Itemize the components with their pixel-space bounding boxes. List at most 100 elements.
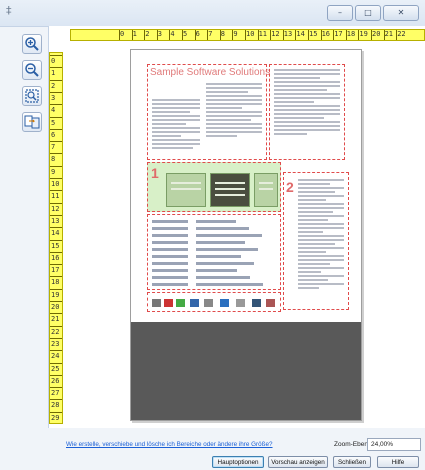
table-cell: [196, 255, 241, 258]
ruler-number: 11: [51, 192, 60, 201]
title-bar: ‡ – □ ✕: [0, 0, 425, 27]
ruler-number: 0: [120, 30, 125, 38]
main-options-button[interactable]: Hauptoptionen: [212, 456, 264, 468]
ruler-number: 5: [51, 118, 56, 127]
region-number: 2: [286, 179, 294, 195]
ruler-tick: [50, 362, 62, 364]
region-top-right[interactable]: [269, 64, 345, 160]
text-column: [206, 83, 262, 139]
text-column: [152, 99, 200, 151]
table-cell: [196, 262, 254, 265]
table-row: [152, 254, 276, 260]
ruler-number: 4: [51, 106, 56, 115]
ruler-number: 21: [384, 30, 394, 38]
close-button[interactable]: Schließen: [333, 456, 371, 468]
ruler-number: 17: [51, 266, 60, 275]
ruler-tick: [50, 116, 62, 118]
ruler-tick: [50, 128, 62, 130]
ruler-number: 2: [51, 81, 56, 90]
ruler-number: 23: [51, 339, 60, 348]
ruler-number: 22: [397, 30, 406, 38]
zoom-level-field[interactable]: 24,00%: [367, 438, 421, 451]
ruler-number: 16: [51, 253, 60, 262]
table-cell: [152, 227, 188, 230]
logo-image: [236, 299, 245, 307]
table-cell: [152, 220, 188, 223]
ruler-tick: [50, 153, 62, 155]
ruler-number: 11: [258, 30, 268, 38]
ruler-number: 1: [51, 69, 56, 78]
ruler-tick: [50, 301, 62, 302]
close-window-button[interactable]: ✕: [383, 5, 419, 21]
ruler-tick: [50, 276, 62, 278]
ruler-tick: [50, 239, 62, 241]
page-compare-icon[interactable]: [22, 112, 42, 132]
table-row: [152, 261, 276, 267]
ruler-tick: [50, 374, 62, 376]
ruler-number: 14: [296, 30, 305, 38]
ruler-number: 12: [271, 30, 280, 38]
ruler-number: 13: [283, 30, 293, 38]
ruler-tick: [50, 55, 62, 56]
ruler-tick: [50, 79, 62, 81]
region-logos[interactable]: [147, 292, 281, 312]
ruler-number: 10: [246, 30, 255, 38]
table-cell: [196, 283, 263, 286]
ruler-number: 3: [157, 30, 163, 38]
ruler-tick: [50, 251, 62, 253]
region-1-selected[interactable]: 1: [147, 162, 281, 212]
ruler-number: 10: [51, 180, 60, 188]
table-row: [152, 233, 276, 239]
ruler-tick: [50, 91, 62, 93]
table-cell: [196, 276, 250, 279]
table-cell: [196, 220, 236, 223]
region-2[interactable]: 2: [283, 172, 349, 310]
ruler-number: 13: [51, 216, 60, 225]
document-title: Sample Software Solutions: [150, 67, 271, 78]
table-cell: [152, 234, 188, 237]
ruler-number: 17: [334, 30, 343, 38]
maximize-button[interactable]: □: [355, 5, 381, 21]
help-link[interactable]: Wie erstelle, verschiebe und lösche ich …: [66, 441, 273, 448]
ruler-number: 18: [346, 30, 356, 38]
ruler-tick: [50, 350, 62, 352]
ruler-number: 21: [51, 315, 60, 324]
text-column: [298, 179, 344, 291]
table-cell: [196, 241, 245, 244]
window-controls: – □ ✕: [327, 5, 419, 21]
show-preview-button[interactable]: Vorschau anzeigen: [268, 456, 328, 468]
ruler-number: 5: [183, 30, 188, 38]
help-button[interactable]: Hilfe: [377, 456, 419, 468]
ruler-tick: [50, 104, 62, 106]
vertical-ruler: 0 1 2 3 4 5 6 7 8 9 10 11 12 13 14 15 16 17 18 19 20 21 22 23 24…: [49, 52, 63, 424]
ruler-number: 28: [51, 401, 60, 410]
ruler-number: 4: [170, 30, 175, 38]
ruler-tick: [50, 288, 62, 290]
table-cell: [152, 255, 188, 258]
logo-image: [190, 299, 199, 307]
ruler-tick: [50, 313, 62, 315]
thumbnail-image: [254, 173, 278, 207]
ruler-number: 6: [51, 130, 56, 139]
minimize-button[interactable]: –: [327, 5, 353, 21]
table-row: [152, 219, 276, 225]
zoom-fit-icon[interactable]: [22, 86, 42, 106]
region-table[interactable]: [147, 214, 281, 290]
region-top-left[interactable]: Sample Software Solutions: [147, 64, 271, 160]
page-empty-area: [131, 322, 361, 420]
ruler-number: 20: [372, 30, 381, 38]
ruler-number: 3: [51, 93, 56, 102]
ruler-tick: [50, 264, 62, 266]
ruler-number: 9: [51, 167, 56, 176]
zoom-in-icon[interactable]: [22, 34, 42, 54]
logo-image: [204, 299, 213, 307]
table-cell: [196, 234, 262, 237]
ruler-number: 12: [51, 204, 60, 213]
zoom-out-icon[interactable]: [22, 60, 42, 80]
ruler-number: 29: [51, 413, 60, 422]
ruler-number: 7: [51, 143, 56, 152]
ruler-number: 2: [145, 30, 150, 38]
tool-panel: [22, 34, 44, 138]
ruler-tick: [50, 165, 62, 167]
table-cell: [196, 248, 258, 251]
